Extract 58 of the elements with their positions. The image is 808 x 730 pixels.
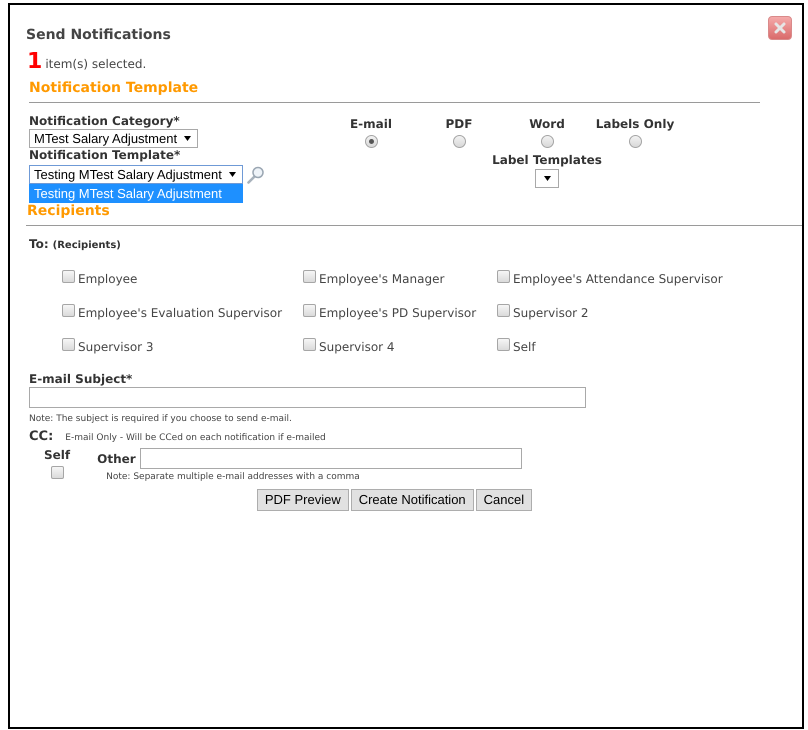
format-label: PDF <box>446 117 472 132</box>
checkbox-label: Employee's Evaluation Supervisor <box>78 305 282 321</box>
field-label: E-mail Subject* <box>29 372 132 386</box>
checkbox[interactable] <box>497 304 510 317</box>
note-text: E-mail Only - Will be CCed on each notification if e-mailed <box>65 432 326 444</box>
self-checkbox[interactable] <box>50 466 64 479</box>
format-label: E-mail <box>350 117 392 132</box>
checkbox-label: Employee's Attendance Supervisor <box>513 271 723 287</box>
action-button[interactable]: Create Notification <box>350 489 474 511</box>
action-button[interactable]: PDF Preview <box>256 489 349 511</box>
checkbox-label: Supervisor 4 <box>319 339 395 355</box>
category-select[interactable]: MTest Salary Adjustment <box>29 129 198 148</box>
checkbox[interactable] <box>497 270 510 283</box>
selected-count: 1 <box>27 50 42 74</box>
caret-icon <box>228 172 236 177</box>
checkbox[interactable] <box>303 338 316 351</box>
radio-button[interactable] <box>628 135 642 148</box>
self-label: Self <box>44 448 70 462</box>
close-icon <box>774 22 786 34</box>
subject-field[interactable] <box>29 387 586 408</box>
checkbox[interactable] <box>497 338 510 351</box>
checkbox-label: Supervisor 2 <box>513 305 589 321</box>
note-text: Note: Separate multiple e-mail addresses with a comma <box>106 471 360 483</box>
format-label: Word <box>529 117 565 132</box>
search-icon[interactable] <box>246 166 264 184</box>
radio-button[interactable] <box>540 135 554 148</box>
format-label: Labels Only <box>596 117 674 132</box>
section-heading: Notification Template <box>29 80 198 96</box>
field-label: Notification Category* <box>29 114 180 129</box>
radio-button[interactable] <box>364 135 378 148</box>
label-templates-select[interactable] <box>535 169 559 188</box>
close-button[interactable] <box>768 16 792 40</box>
radio-button[interactable] <box>452 135 466 148</box>
field-label: Label Templates <box>492 153 602 168</box>
checkbox-label: Employee <box>78 271 138 287</box>
checkbox[interactable] <box>62 270 75 283</box>
to-label: To: <box>29 237 49 251</box>
caret-icon <box>544 176 550 181</box>
other-label: Other <box>97 452 136 466</box>
checkbox[interactable] <box>303 304 316 317</box>
dialog-title: Send Notifications <box>26 27 171 43</box>
checkbox-label: Employee's PD Supervisor <box>319 305 476 321</box>
other-email-field[interactable] <box>140 448 522 469</box>
action-button[interactable]: Cancel <box>476 489 532 511</box>
recipients-hint: (Recipients) <box>52 240 121 252</box>
note-text: Note: The subject is required if you choose to send e-mail. <box>29 413 292 425</box>
selection-text: item(s) selected. <box>45 57 146 71</box>
checkbox[interactable] <box>62 338 75 351</box>
cc-label: CC: <box>29 430 54 444</box>
checkbox[interactable] <box>303 270 316 283</box>
template-select[interactable]: Testing MTest Salary Adjustment <box>29 165 243 184</box>
checkbox[interactable] <box>62 304 75 317</box>
section-heading: Recipients <box>27 203 110 219</box>
checkbox-label: Employee's Manager <box>319 271 444 287</box>
checkbox-label: Self <box>513 339 536 355</box>
checkbox-label: Supervisor 3 <box>78 339 154 355</box>
caret-icon <box>184 136 192 141</box>
field-label: Notification Template* <box>29 148 180 163</box>
